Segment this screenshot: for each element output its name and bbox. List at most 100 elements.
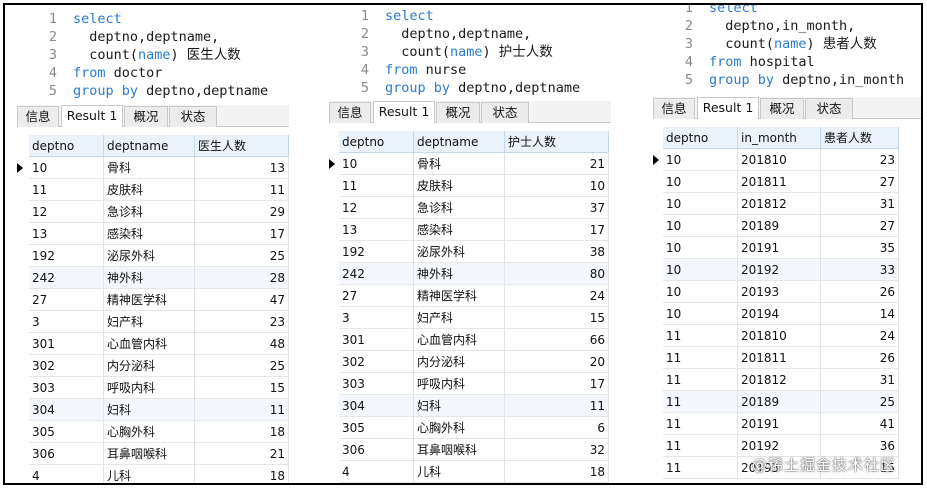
- table-cell[interactable]: 17: [505, 373, 609, 395]
- table-row[interactable]: 11 皮肤科 11: [17, 179, 289, 201]
- table-row[interactable]: 304 妇科 11: [17, 399, 289, 421]
- table-cell[interactable]: 11: [663, 413, 738, 435]
- table-cell[interactable]: 心血管内科: [104, 333, 195, 355]
- table-cell[interactable]: 33: [821, 259, 899, 281]
- table-cell[interactable]: 306: [29, 443, 104, 465]
- table-row[interactable]: 10 201812 31: [653, 193, 899, 215]
- table-cell[interactable]: 31: [821, 193, 899, 215]
- table-row[interactable]: 10 201810 23: [653, 149, 899, 171]
- table-cell[interactable]: 儿科: [104, 465, 195, 483]
- table-cell[interactable]: 15: [195, 377, 289, 399]
- table-row[interactable]: 4 儿科 18: [329, 461, 609, 483]
- table-cell[interactable]: 10: [29, 157, 104, 179]
- table-row[interactable]: 304 妇科 11: [329, 395, 609, 417]
- table-cell[interactable]: 心胸外科: [414, 417, 505, 439]
- table-cell[interactable]: 心胸外科: [104, 421, 195, 443]
- table-cell[interactable]: 25: [195, 245, 289, 267]
- table-cell[interactable]: 27: [29, 289, 104, 311]
- table-cell[interactable]: 神外科: [414, 263, 505, 285]
- table-cell[interactable]: 201810: [738, 325, 821, 347]
- column-header-2[interactable]: in_month: [738, 127, 821, 149]
- table-cell[interactable]: 13: [195, 157, 289, 179]
- table-cell[interactable]: 耳鼻咽喉科: [104, 443, 195, 465]
- table-cell[interactable]: 11: [339, 175, 414, 197]
- table-cell[interactable]: 20189: [738, 215, 821, 237]
- table-cell[interactable]: 10: [663, 281, 738, 303]
- table-cell[interactable]: 3: [339, 307, 414, 329]
- table-cell[interactable]: 31: [821, 369, 899, 391]
- table-cell[interactable]: 27: [821, 215, 899, 237]
- table-cell[interactable]: 11: [663, 435, 738, 457]
- table-cell[interactable]: 6: [505, 417, 609, 439]
- table-cell[interactable]: 41: [821, 413, 899, 435]
- table-cell[interactable]: 4: [29, 465, 104, 483]
- table-cell[interactable]: 201811: [738, 347, 821, 369]
- table-row[interactable]: 10 201811 27: [653, 171, 899, 193]
- table-cell[interactable]: 12: [339, 197, 414, 219]
- table-cell[interactable]: 11: [505, 395, 609, 417]
- table-row[interactable]: 301 心血管内科 66: [329, 329, 609, 351]
- table-row[interactable]: 10 骨科 21: [329, 153, 609, 175]
- table-cell[interactable]: 10: [663, 215, 738, 237]
- table-cell[interactable]: 泌尿外科: [414, 241, 505, 263]
- table-cell[interactable]: 14: [821, 303, 899, 325]
- table-row[interactable]: 3 妇产科 23: [17, 311, 289, 333]
- table-cell[interactable]: 精神医学科: [414, 285, 505, 307]
- table-cell[interactable]: 23: [821, 149, 899, 171]
- table-cell[interactable]: 13: [339, 219, 414, 241]
- table-row[interactable]: 11 201811 26: [653, 347, 899, 369]
- table-cell[interactable]: 305: [29, 421, 104, 443]
- table-cell[interactable]: 3: [29, 311, 104, 333]
- table-cell[interactable]: 20: [505, 351, 609, 373]
- table-cell[interactable]: 18: [195, 465, 289, 483]
- table-cell[interactable]: 12: [29, 201, 104, 223]
- table-cell[interactable]: 27: [339, 285, 414, 307]
- column-header-2[interactable]: deptname: [414, 131, 505, 153]
- table-row[interactable]: 4 儿科 18: [17, 465, 289, 483]
- table-row[interactable]: 11 皮肤科 10: [329, 175, 609, 197]
- table-cell[interactable]: 26: [821, 347, 899, 369]
- table-cell[interactable]: 11: [663, 325, 738, 347]
- result-grid[interactable]: deptno in_month 患者人数 10 201810 23 10 201811 27 10…: [653, 127, 921, 479]
- table-cell[interactable]: 26: [821, 281, 899, 303]
- table-cell[interactable]: 11: [663, 369, 738, 391]
- table-cell[interactable]: 20194: [738, 303, 821, 325]
- tab-profile[interactable]: 概况: [124, 106, 168, 127]
- table-cell[interactable]: 10: [505, 175, 609, 197]
- table-cell[interactable]: 10: [663, 149, 738, 171]
- table-cell[interactable]: 4: [339, 461, 414, 483]
- table-cell[interactable]: 呼吸内科: [414, 373, 505, 395]
- table-cell[interactable]: 32: [505, 439, 609, 461]
- table-row[interactable]: 301 心血管内科 48: [17, 333, 289, 355]
- table-cell[interactable]: 242: [339, 263, 414, 285]
- table-cell[interactable]: 内分泌科: [414, 351, 505, 373]
- table-cell[interactable]: 骨科: [104, 157, 195, 179]
- table-cell[interactable]: 201811: [738, 171, 821, 193]
- table-cell[interactable]: 泌尿外科: [104, 245, 195, 267]
- table-cell[interactable]: 10: [663, 171, 738, 193]
- table-cell[interactable]: 38: [505, 241, 609, 263]
- table-cell[interactable]: 192: [29, 245, 104, 267]
- table-cell[interactable]: 急诊科: [414, 197, 505, 219]
- table-cell[interactable]: 妇产科: [414, 307, 505, 329]
- table-cell[interactable]: 20191: [738, 413, 821, 435]
- column-header-3[interactable]: 护士人数: [505, 131, 609, 153]
- table-row[interactable]: 12 急诊科 29: [17, 201, 289, 223]
- table-cell[interactable]: 21: [195, 443, 289, 465]
- table-cell[interactable]: 心血管内科: [414, 329, 505, 351]
- table-cell[interactable]: 37: [505, 197, 609, 219]
- table-cell[interactable]: 20191: [738, 237, 821, 259]
- table-cell[interactable]: 10: [663, 237, 738, 259]
- table-cell[interactable]: 201810: [738, 149, 821, 171]
- table-cell[interactable]: 192: [339, 241, 414, 263]
- table-row[interactable]: 11 201810 24: [653, 325, 899, 347]
- table-row[interactable]: 302 内分泌科 25: [17, 355, 289, 377]
- tab-status[interactable]: 状态: [481, 102, 529, 123]
- table-row[interactable]: 3 妇产科 15: [329, 307, 609, 329]
- table-cell[interactable]: 皮肤科: [104, 179, 195, 201]
- table-row[interactable]: 11 201812 31: [653, 369, 899, 391]
- table-cell[interactable]: 47: [195, 289, 289, 311]
- table-cell[interactable]: 28: [195, 267, 289, 289]
- table-cell[interactable]: 急诊科: [104, 201, 195, 223]
- table-cell[interactable]: 11: [663, 457, 738, 479]
